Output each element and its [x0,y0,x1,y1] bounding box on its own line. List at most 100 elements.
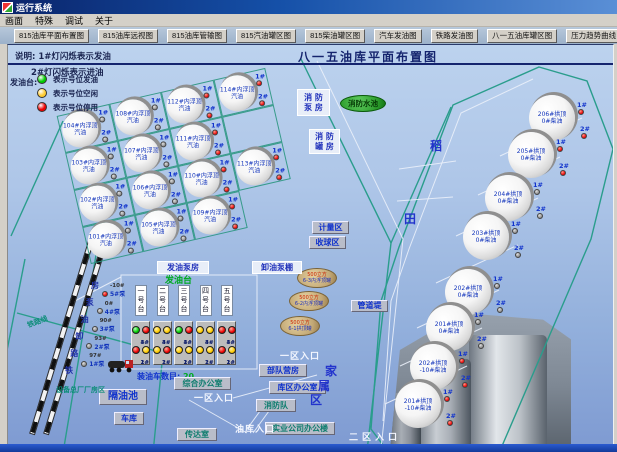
small-tank-id: 6-2内浮顶罐 [295,301,323,307]
menu-item[interactable]: 调试 [65,14,83,27]
map-label: 一区入口 [280,349,320,362]
small-tank-id: 6-1拱顶罐 [288,326,311,332]
tank-id: 102#内浮顶 [80,197,114,204]
tank-lamp-1#: 1# [511,221,527,234]
view-button[interactable]: 八一五油库罐区图 [487,29,557,43]
building-box: 消防队 [256,399,296,412]
bay-light [185,326,193,334]
building-label: 收球区 [316,238,340,248]
lamp-icon [97,308,103,314]
view-button[interactable]: 815油库平面布置图 [14,29,89,43]
view-button[interactable]: 压力趋势曲线 [566,29,617,43]
tank-lamp-2#: 2# [580,126,596,139]
rail-pumphouse-char: 卸 [75,331,83,342]
tank-product: 汽油 [74,130,86,137]
tank-lamp-2#: 2# [496,300,512,313]
lamp-icon [534,189,540,195]
tank-product: 0#柴油 [521,155,542,162]
gas-tank[interactable]: 105#内浮顶汽油 [140,211,176,247]
light-label: 4# [205,340,213,346]
small-storage-tank[interactable]: 500立方6-2内浮顶罐 [289,291,329,311]
small-storage-tank[interactable]: 500立方6-1拱顶罐 [280,316,320,336]
tank-cell: 113#内浮顶汽油1#2# [235,148,286,184]
light-label: 4# [184,340,192,346]
menu-bar: 画面特殊调试关于 [0,14,617,27]
view-button[interactable]: 815油库远视图 [98,29,158,43]
lamp-icon [206,112,212,118]
gas-tank[interactable]: 103#内浮顶汽油 [71,149,107,185]
diesel-tank[interactable]: 203#拱顶0#柴油 [463,214,509,260]
lamp-label: 2# [580,126,596,133]
bay-name: 一号台 [135,285,147,316]
bay-lights-lower [218,346,236,354]
bay-light [142,326,150,334]
building-label: 计量区 [319,223,343,233]
lamp-icon [259,100,265,106]
view-button[interactable]: 汽车发油图 [374,29,422,43]
menu-item[interactable]: 特殊 [35,14,53,27]
tank-product: 汽油 [152,229,164,236]
menu-item[interactable]: 关于 [95,14,113,27]
lamp-icon [557,146,563,152]
lamp-icon [494,283,500,289]
gas-tank[interactable]: 104#内浮顶汽油 [62,112,98,148]
lamp-icon [125,228,131,234]
lamp-icon [116,191,122,197]
gas-tank[interactable]: 109#内浮顶汽油 [192,199,228,235]
farm-grid-cell: 101#内浮顶汽油1#2# [82,215,143,264]
gas-tank[interactable]: 101#内浮顶汽油 [88,223,124,259]
gas-tank[interactable]: 111#内浮顶汽油 [175,124,211,160]
tank-cell: 109#内浮顶汽油1#2# [191,198,243,234]
building-box: 消 防罐 房 [309,129,340,154]
view-button[interactable]: 815汽油罐区图 [236,29,296,43]
bay-lights-upper [175,326,193,334]
lamp-label: 2# [446,413,462,420]
building-label: 泵 房 [304,103,323,113]
building-label: 实业公司办公楼 [272,424,328,434]
gas-tank[interactable]: 107#内浮顶汽油 [123,137,159,173]
lamp-label: 2# [275,167,291,174]
gas-tank[interactable]: 113#内浮顶汽油 [236,149,272,185]
diesel-tank[interactable]: 205#拱顶0#柴油 [508,132,554,178]
lamp-icon [537,213,543,219]
lamp-icon [111,174,117,180]
tank-lamp-1#: 1# [228,197,244,210]
app-window: 运行系统 画面特殊调试关于 815油库平面布置图 815油库远视图 815油库管输图… [0,0,617,452]
tank-id: 109#内浮顶 [193,210,227,217]
building-label: 消防队 [264,401,288,411]
gas-tank[interactable]: 114#内浮顶汽油 [219,75,255,111]
tank-lamp-1#: 1# [255,73,271,86]
tank-lamp-1#: 1# [556,139,572,152]
view-button[interactable]: 铁路发油图 [431,29,479,43]
lamp-icon [128,248,134,254]
bay-lights-lower [196,346,214,354]
bay-light [132,326,140,334]
small-storage-tank[interactable]: 500立方6-3内浮顶罐 [297,268,337,288]
gas-tank[interactable]: 102#内浮顶汽油 [79,186,115,222]
building-label: 消 防 [304,93,323,103]
gas-tank[interactable]: 106#内浮顶汽油 [131,174,167,210]
tank-product: 0#柴油 [476,237,497,244]
tank-id: 203#拱顶 [472,230,500,237]
rail-pumphouse-char: 油 [81,314,89,325]
bay-lights-upper [196,326,214,334]
lamp-icon [581,133,587,139]
menu-item[interactable]: 画面 [5,14,23,27]
bay-light [228,346,236,354]
building-label: 罐 房 [315,142,334,152]
lamp-icon [168,179,174,185]
lamp-icon [273,154,279,160]
bay-name: 五号台 [221,285,233,316]
bay-light [142,346,150,354]
view-button[interactable]: 815油库管输图 [167,29,227,43]
tank-cell: 107#内浮顶汽油1#2# [122,136,174,172]
view-button[interactable]: 815柴油罐区图 [305,29,365,43]
title-bar[interactable]: 运行系统 [0,0,617,14]
tank-id: 103#内浮顶 [72,160,106,167]
building-label: 消 防 [315,132,334,142]
tank-product: 0#柴油 [439,328,460,335]
diesel-tank[interactable]: 201#拱顶-10#柴油 [395,382,441,428]
lamp-icon [203,92,209,98]
pump-name: 4#泵 [105,307,120,316]
gas-tank[interactable]: 110#内浮顶汽油 [184,161,220,197]
